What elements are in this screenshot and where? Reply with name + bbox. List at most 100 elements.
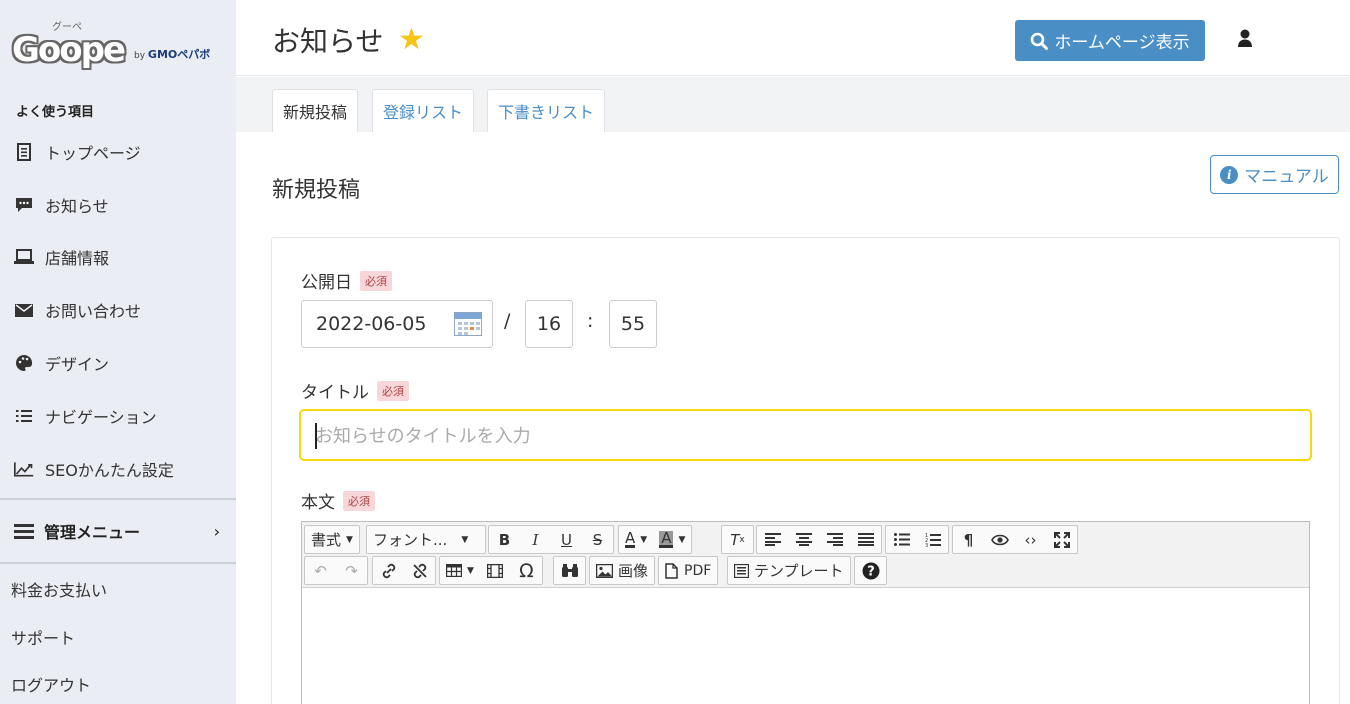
required-badge: 必須 (360, 270, 392, 291)
sidebar-item-label: お問い合わせ (45, 302, 142, 321)
bold-icon[interactable]: B (489, 526, 520, 553)
date-separator: / (504, 310, 511, 332)
chevron-right-icon: › (213, 521, 220, 541)
chat-icon (14, 195, 34, 215)
template-icon (734, 563, 749, 578)
template-button[interactable]: テンプレート (728, 557, 850, 584)
view-homepage-label: ホームページ表示 (1054, 33, 1190, 53)
info-icon: i (1220, 165, 1239, 184)
file-icon (665, 562, 678, 579)
sidebar-divider (0, 498, 236, 500)
text-caret (315, 423, 317, 449)
hour-input[interactable]: 16 (525, 300, 573, 348)
sidebar-item-support[interactable]: サポート (11, 625, 75, 649)
link-icon[interactable] (373, 557, 404, 584)
svg-text:3: 3 (925, 543, 928, 547)
chart-line-icon (14, 459, 34, 479)
view-homepage-button[interactable]: ホームページ表示 (1015, 20, 1205, 61)
fullscreen-icon[interactable] (1046, 526, 1077, 553)
palette-icon (14, 353, 34, 373)
minute-input[interactable]: 55 (609, 300, 657, 348)
numbered-list-icon[interactable]: 123 (917, 526, 948, 553)
bullet-list-icon[interactable] (886, 526, 917, 553)
table-icon[interactable]: ▼ (440, 557, 480, 584)
logo-byline: by GMOペパボ (134, 48, 211, 61)
publish-date-label: 公開日 必須 (301, 268, 392, 293)
calendar-icon[interactable] (454, 312, 482, 336)
align-center-icon[interactable] (788, 526, 819, 553)
source-code-icon[interactable]: ‹› (1015, 526, 1046, 553)
title-label: タイトル 必須 (301, 378, 409, 403)
required-badge: 必須 (343, 490, 375, 511)
main-content: 新規投稿 i マニュアル 公開日 必須 2022-06-05 / 16 : 55… (236, 132, 1350, 704)
page-title: お知らせ (272, 25, 384, 58)
find-binoculars-icon[interactable] (554, 557, 585, 584)
sidebar-item-top-page[interactable]: トップページ (0, 132, 236, 172)
align-right-icon[interactable] (819, 526, 850, 553)
tab-draft-list[interactable]: 下書きリスト (487, 89, 606, 132)
sidebar-item-label: ナビゲーション (45, 408, 157, 427)
user-icon[interactable] (1236, 28, 1254, 48)
sidebar-item-navigation[interactable]: ナビゲーション (0, 396, 236, 436)
underline-icon[interactable]: U (551, 526, 582, 553)
document-icon (14, 142, 34, 162)
sidebar-item-label: SEOかんたん設定 (45, 461, 174, 480)
text-color-icon[interactable]: A ▼ (619, 526, 653, 553)
publish-date-input[interactable]: 2022-06-05 (301, 300, 493, 348)
font-dropdown[interactable]: フォント... ▼ (367, 526, 474, 553)
clear-format-icon[interactable]: Tx (722, 526, 753, 553)
admin-menu-label: 管理メニュー (44, 523, 141, 542)
sidebar-item-seo[interactable]: SEOかんたん設定 (0, 449, 236, 489)
title-placeholder: お知らせのタイトルを入力 (315, 426, 531, 447)
list-icon (14, 406, 34, 426)
strikethrough-icon[interactable]: S (582, 526, 613, 553)
admin-menu-toggle[interactable]: 管理メニュー › (0, 510, 236, 552)
date-value: 2022-06-05 (316, 313, 427, 335)
goope-logo[interactable]: グーペ Goope by GMOペパボ (12, 18, 222, 76)
logo-wordmark: Goope (12, 30, 126, 70)
manual-button[interactable]: i マニュアル (1210, 155, 1339, 194)
unlink-icon[interactable] (404, 557, 435, 584)
rich-text-editor: 書式 ▼ フォント... ▼ B I U S A ▼ A ▼ Tx 1 2 3 … (301, 521, 1310, 704)
favorite-star-icon[interactable]: ★ (398, 22, 425, 57)
italic-icon[interactable]: I (520, 526, 551, 553)
redo-icon[interactable]: ↷ (336, 557, 367, 584)
preview-eye-icon[interactable] (984, 526, 1015, 553)
svg-text:?: ? (867, 564, 875, 579)
paragraph-icon[interactable]: ¶ (953, 526, 984, 553)
search-icon (1031, 32, 1049, 50)
required-badge: 必須 (377, 380, 409, 401)
sidebar-item-news[interactable]: お知らせ (0, 185, 236, 225)
laptop-icon (14, 247, 34, 267)
sidebar-item-design[interactable]: デザイン (0, 343, 236, 383)
align-left-icon[interactable] (757, 526, 788, 553)
title-input[interactable]: お知らせのタイトルを入力 (299, 409, 1312, 461)
insert-image-button[interactable]: 画像 (590, 557, 654, 584)
hamburger-icon (14, 521, 34, 542)
sidebar-item-label: 店舗情報 (45, 249, 110, 268)
sidebar-item-billing[interactable]: 料金お支払い (11, 577, 107, 601)
image-icon (596, 563, 613, 578)
tab-registered-list[interactable]: 登録リスト (372, 89, 475, 132)
background-color-icon[interactable]: A ▼ (653, 526, 691, 553)
help-icon[interactable]: ? (855, 557, 886, 584)
editor-toolbar: 書式 ▼ フォント... ▼ B I U S A ▼ A ▼ Tx 1 2 3 … (302, 522, 1309, 588)
tab-new-post[interactable]: 新規投稿 (272, 89, 359, 132)
sidebar-divider (0, 562, 236, 564)
section-title: 新規投稿 (272, 178, 361, 203)
undo-icon[interactable]: ↶ (305, 557, 336, 584)
sidebar-item-store-info[interactable]: 店舗情報 (0, 237, 236, 277)
editor-content-area[interactable] (302, 589, 1309, 704)
insert-pdf-button[interactable]: PDF (659, 557, 717, 584)
sidebar-item-logout[interactable]: ログアウト (11, 672, 91, 696)
manual-label: マニュアル (1244, 167, 1329, 187)
sidebar-item-contact[interactable]: お問い合わせ (0, 290, 236, 330)
favorites-section-title: よく使う項目 (16, 105, 95, 120)
video-icon[interactable] (480, 557, 511, 584)
align-justify-icon[interactable] (850, 526, 881, 553)
sidebar-item-label: トップページ (45, 144, 141, 163)
format-dropdown[interactable]: 書式 ▼ (305, 526, 359, 553)
page-header: お知らせ ★ ホームページ表示 (236, 0, 1350, 76)
tab-bar: 新規投稿 登録リスト 下書きリスト (236, 77, 1350, 132)
special-char-icon[interactable]: Ω (511, 557, 542, 584)
